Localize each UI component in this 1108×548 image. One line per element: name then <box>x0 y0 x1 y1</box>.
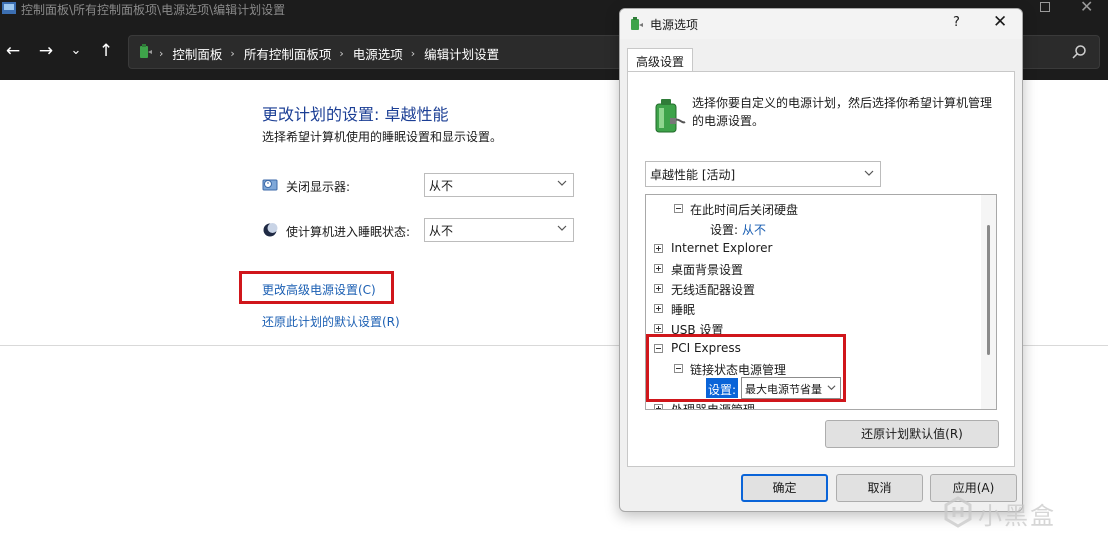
battery-icon <box>655 99 686 133</box>
breadcrumb: › 控制面板 › 所有控制面板项 › 电源选项 › 编辑计划设置 <box>159 44 499 63</box>
display-off-label: 关闭显示器: <box>286 180 351 194</box>
sleep-select[interactable]: 从不 <box>424 218 574 242</box>
up-arrow-icon[interactable]: ↑ <box>93 38 119 64</box>
forward-arrow-icon[interactable]: → <box>33 38 59 64</box>
expand-icon[interactable] <box>654 284 663 293</box>
restore-plan-defaults-button[interactable]: 还原计划默认值(R) <box>825 420 999 448</box>
highlight-box-pci-express <box>646 334 846 402</box>
plan-select[interactable]: 卓越性能 [活动] <box>645 161 881 187</box>
page-title: 更改计划的设置: 卓越性能 <box>262 105 449 124</box>
advanced-power-settings-link[interactable]: 更改高级电源设置(C) <box>262 281 376 298</box>
dialog-title: 电源选项 <box>650 18 699 32</box>
cancel-button[interactable]: 取消 <box>836 474 923 502</box>
advanced-settings-page: 选择你要自定义的电源计划，然后选择你希望计算机管理 的电源设置。 卓越性能 [活… <box>627 71 1015 467</box>
search-icon[interactable] <box>1071 44 1087 60</box>
sleep-label: 使计算机进入睡眠状态: <box>286 225 411 239</box>
help-icon[interactable]: ? <box>953 15 960 30</box>
ok-button[interactable]: 确定 <box>741 474 828 502</box>
power-options-icon <box>140 44 152 58</box>
power-options-icon <box>631 17 643 30</box>
expand-icon[interactable] <box>654 264 663 273</box>
back-arrow-icon[interactable]: ← <box>0 38 26 64</box>
breadcrumb-control-panel[interactable]: 控制面板 <box>172 44 222 63</box>
watermark-logo-icon <box>944 496 972 528</box>
display-off-select[interactable]: 从不 <box>424 173 574 197</box>
chevron-down-icon <box>864 170 874 176</box>
dialog-titlebar: 电源选项 ? ✕ <box>620 9 1022 39</box>
breadcrumb-power-options[interactable]: 电源选项 <box>353 44 403 63</box>
breadcrumb-edit-plan[interactable]: 编辑计划设置 <box>424 44 499 63</box>
chevron-down-icon <box>557 225 567 231</box>
power-options-dialog: 电源选项 ? ✕ 高级设置 选择你要自定义的电源计划，然后选择你希望计算机管理 … <box>619 8 1023 512</box>
expand-icon[interactable] <box>654 404 663 409</box>
close-icon[interactable]: ✕ <box>993 12 1007 32</box>
intro-text: 选择你要自定义的电源计划，然后选择你希望计算机管理 的电源设置。 <box>692 96 993 128</box>
scrollbar-thumb[interactable] <box>987 225 990 355</box>
expand-icon[interactable] <box>654 244 663 253</box>
tab-advanced-settings[interactable]: 高级设置 <box>627 48 694 72</box>
close-icon[interactable]: ✕ <box>1080 0 1093 16</box>
page-description: 选择希望计算机使用的睡眠设置和显示设置。 <box>262 130 503 144</box>
expand-icon[interactable] <box>654 324 663 333</box>
window-title: 控制面板\所有控制面板项\电源选项\编辑计划设置 <box>21 3 286 17</box>
tree-scrollbar[interactable] <box>981 195 996 409</box>
breadcrumb-all-items[interactable]: 所有控制面板项 <box>244 44 332 63</box>
monitor-clock-icon <box>262 179 278 191</box>
moon-sleep-icon <box>263 223 278 237</box>
recent-locations-chevron-icon[interactable]: ⌄ <box>63 38 89 64</box>
control-panel-icon <box>2 2 16 14</box>
collapse-icon[interactable] <box>674 204 683 213</box>
expand-icon[interactable] <box>654 304 663 313</box>
maximize-icon[interactable] <box>1040 2 1050 12</box>
watermark-text: 小黑盒 <box>978 502 1056 530</box>
restore-defaults-link[interactable]: 还原此计划的默认设置(R) <box>262 313 400 330</box>
chevron-down-icon <box>557 180 567 186</box>
